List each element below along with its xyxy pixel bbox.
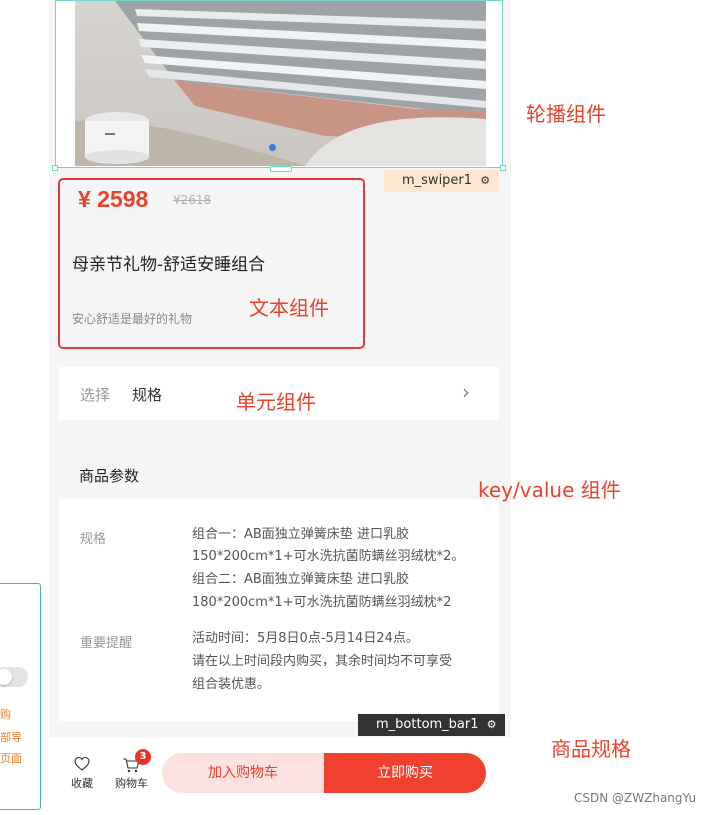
component-tag-swiper[interactable]: m_swiper1 ⚙ <box>384 170 499 192</box>
cart-count-badge: 3 <box>135 749 151 765</box>
buy-now-button[interactable]: 立即购买 <box>324 753 486 793</box>
param-value-spec-line-4: 180*200cm*1+可水洗抗菌防螨丝羽绒枕*2 <box>192 595 452 610</box>
cart-label[interactable]: 购物车 <box>115 775 148 791</box>
annotation-kv: key/value 组件 <box>478 478 621 502</box>
param-value-spec-line-3: 组合二：AB面独立弹簧床垫 进口乳胶 <box>192 572 409 587</box>
annotation-spec: 商品规格 <box>551 737 631 761</box>
param-value-spec-line-2: 150*200cm*1+可水洗抗菌防螨丝羽绒枕*2。 <box>192 549 465 564</box>
param-key-spec: 规格 <box>80 532 107 547</box>
panel-text-line-2: 部导 <box>0 731 22 744</box>
params-title: 商品参数 <box>79 467 140 485</box>
swiper-component[interactable] <box>55 0 503 168</box>
resize-handle[interactable] <box>52 165 58 171</box>
bottom-bar-tag-label: m_bottom_bar1 <box>376 717 479 732</box>
cell-label: 选择 <box>80 386 111 404</box>
gear-icon[interactable]: ⚙ <box>480 174 490 187</box>
original-price: ¥2618 <box>173 193 212 207</box>
add-to-cart-button[interactable]: 加入购物车 <box>162 753 324 793</box>
panel-text-line-3: 页面 <box>0 752 22 765</box>
swiper-tag-label: m_swiper1 <box>402 173 473 188</box>
chevron-right-icon[interactable]: › <box>462 380 470 404</box>
settings-panel-edge <box>0 583 41 810</box>
annotation-text: 文本组件 <box>249 296 329 320</box>
annotation-cell: 单元组件 <box>236 390 316 414</box>
gear-icon[interactable]: ⚙ <box>487 718 497 731</box>
bedroom-photo <box>75 1 486 166</box>
annotation-swiper: 轮播组件 <box>526 102 606 126</box>
component-tag-bottom-bar[interactable]: m_bottom_bar1 ⚙ <box>358 714 505 736</box>
resize-handle[interactable] <box>270 166 292 172</box>
heart-icon[interactable] <box>74 756 90 776</box>
param-value-notice-line-2: 请在以上时间段内购买，其余时间均不可享受 <box>192 654 453 669</box>
product-price: ¥ 2598 <box>78 186 149 212</box>
panel-text-line-1: 购 <box>0 708 11 721</box>
swiper-image <box>75 1 486 166</box>
param-value-spec-line-1: 组合一：AB面独立弹簧床垫 进口乳胶 <box>192 527 409 542</box>
watermark-credit: CSDN @ZWZhangYu <box>574 791 697 805</box>
swiper-indicator-active[interactable] <box>269 144 276 151</box>
param-value-notice-line-3: 组合装优惠。 <box>192 677 271 692</box>
param-value-notice-line-1: 活动时间：5月8日0点-5月14日24点。 <box>192 631 419 646</box>
param-key-notice: 重要提醒 <box>80 636 133 651</box>
favorite-label[interactable]: 收藏 <box>71 775 93 791</box>
product-title: 母亲节礼物-舒适安睡组合 <box>72 255 266 275</box>
cell-value: 规格 <box>132 386 163 404</box>
resize-handle[interactable] <box>500 165 506 171</box>
product-subtitle: 安心舒适是最好的礼物 <box>72 312 193 326</box>
